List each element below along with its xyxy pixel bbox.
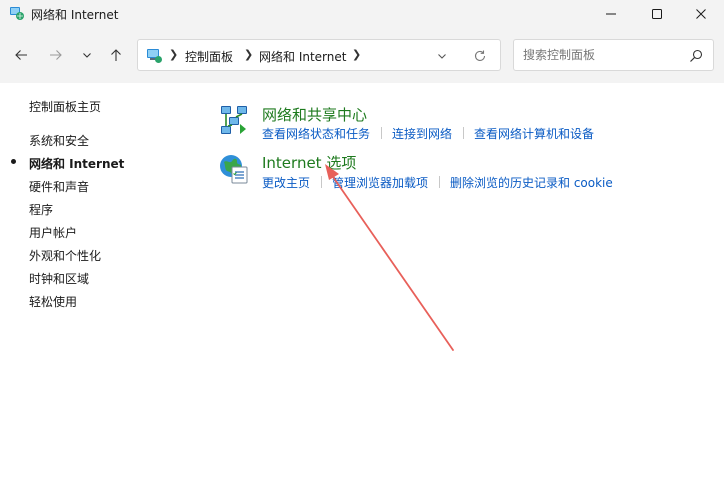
manage-browser-addons-link[interactable]: 管理浏览器加载项 (332, 174, 428, 191)
network-sharing-center-title[interactable]: 网络和共享中心 (262, 104, 367, 125)
arrow-right-icon (50, 50, 62, 60)
sidebar-home-link[interactable]: 控制面板主页 (29, 98, 101, 115)
active-indicator (11, 159, 16, 164)
minimize-icon (606, 13, 616, 15)
sidebar-item-system-security[interactable]: 系统和安全 (29, 132, 89, 149)
delete-browsing-history-link[interactable]: 删除浏览的历史记录和 cookie (450, 174, 613, 191)
chevron-down-icon (83, 53, 91, 58)
window-title: 网络和 Internet (31, 8, 119, 22)
close-button[interactable] (678, 0, 724, 28)
refresh-icon (474, 50, 486, 62)
chevron-right-icon: ❯ (244, 48, 254, 61)
sidebar-item-ease-of-access[interactable]: 轻松使用 (29, 293, 77, 310)
sidebar-item-appearance[interactable]: 外观和个性化 (29, 247, 101, 264)
back-button[interactable] (10, 44, 32, 66)
arrow-left-icon (15, 50, 27, 60)
link-divider (439, 176, 440, 188)
maximize-button[interactable] (634, 0, 680, 28)
chevron-down-icon (438, 54, 446, 59)
chevron-right-icon: ❯ (169, 48, 179, 61)
sidebar-item-hardware-sound[interactable]: 硬件和声音 (29, 178, 89, 195)
navigation-bar: ❯ 控制面板 ❯ 网络和 Internet ❯ (0, 28, 724, 83)
search-input[interactable] (523, 47, 683, 63)
chevron-right-icon: ❯ (352, 48, 362, 61)
view-network-status-link[interactable]: 查看网络状态和任务 (262, 125, 370, 142)
connect-to-network-link[interactable]: 连接到网络 (392, 125, 452, 142)
breadcrumb-network-internet[interactable]: 网络和 Internet (259, 48, 346, 65)
network-sharing-center-icon (218, 104, 250, 136)
close-icon (696, 9, 706, 19)
internet-options-icon (218, 153, 250, 185)
link-divider (381, 127, 382, 139)
address-history-button[interactable] (433, 47, 451, 65)
internet-options-title[interactable]: Internet 选项 (262, 152, 356, 173)
title-bar: 网络和 Internet (0, 0, 724, 28)
sidebar-item-programs[interactable]: 程序 (29, 201, 53, 218)
sidebar-item-clock-region[interactable]: 时钟和区域 (29, 270, 89, 287)
network-internet-app-icon (9, 5, 25, 21)
breadcrumb-control-panel[interactable]: 控制面板 (185, 48, 233, 65)
forward-button[interactable] (45, 44, 67, 66)
sidebar-item-network-internet[interactable]: 网络和 Internet (29, 155, 124, 172)
address-bar[interactable]: ❯ 控制面板 ❯ 网络和 Internet ❯ (137, 39, 501, 71)
arrow-up-icon (111, 49, 121, 61)
search-icon[interactable] (688, 48, 704, 64)
link-divider (321, 176, 322, 188)
refresh-button[interactable] (471, 47, 489, 65)
up-button[interactable] (105, 44, 127, 66)
view-network-computers-link[interactable]: 查看网络计算机和设备 (474, 125, 594, 142)
sidebar-item-user-accounts[interactable]: 用户帐户 (29, 224, 77, 241)
minimize-button[interactable] (588, 0, 634, 28)
change-homepage-link[interactable]: 更改主页 (262, 174, 310, 191)
control-panel-icon (146, 47, 163, 64)
link-divider (463, 127, 464, 139)
search-box[interactable] (513, 39, 714, 71)
maximize-icon (652, 9, 662, 19)
recent-locations-button[interactable] (76, 44, 98, 66)
